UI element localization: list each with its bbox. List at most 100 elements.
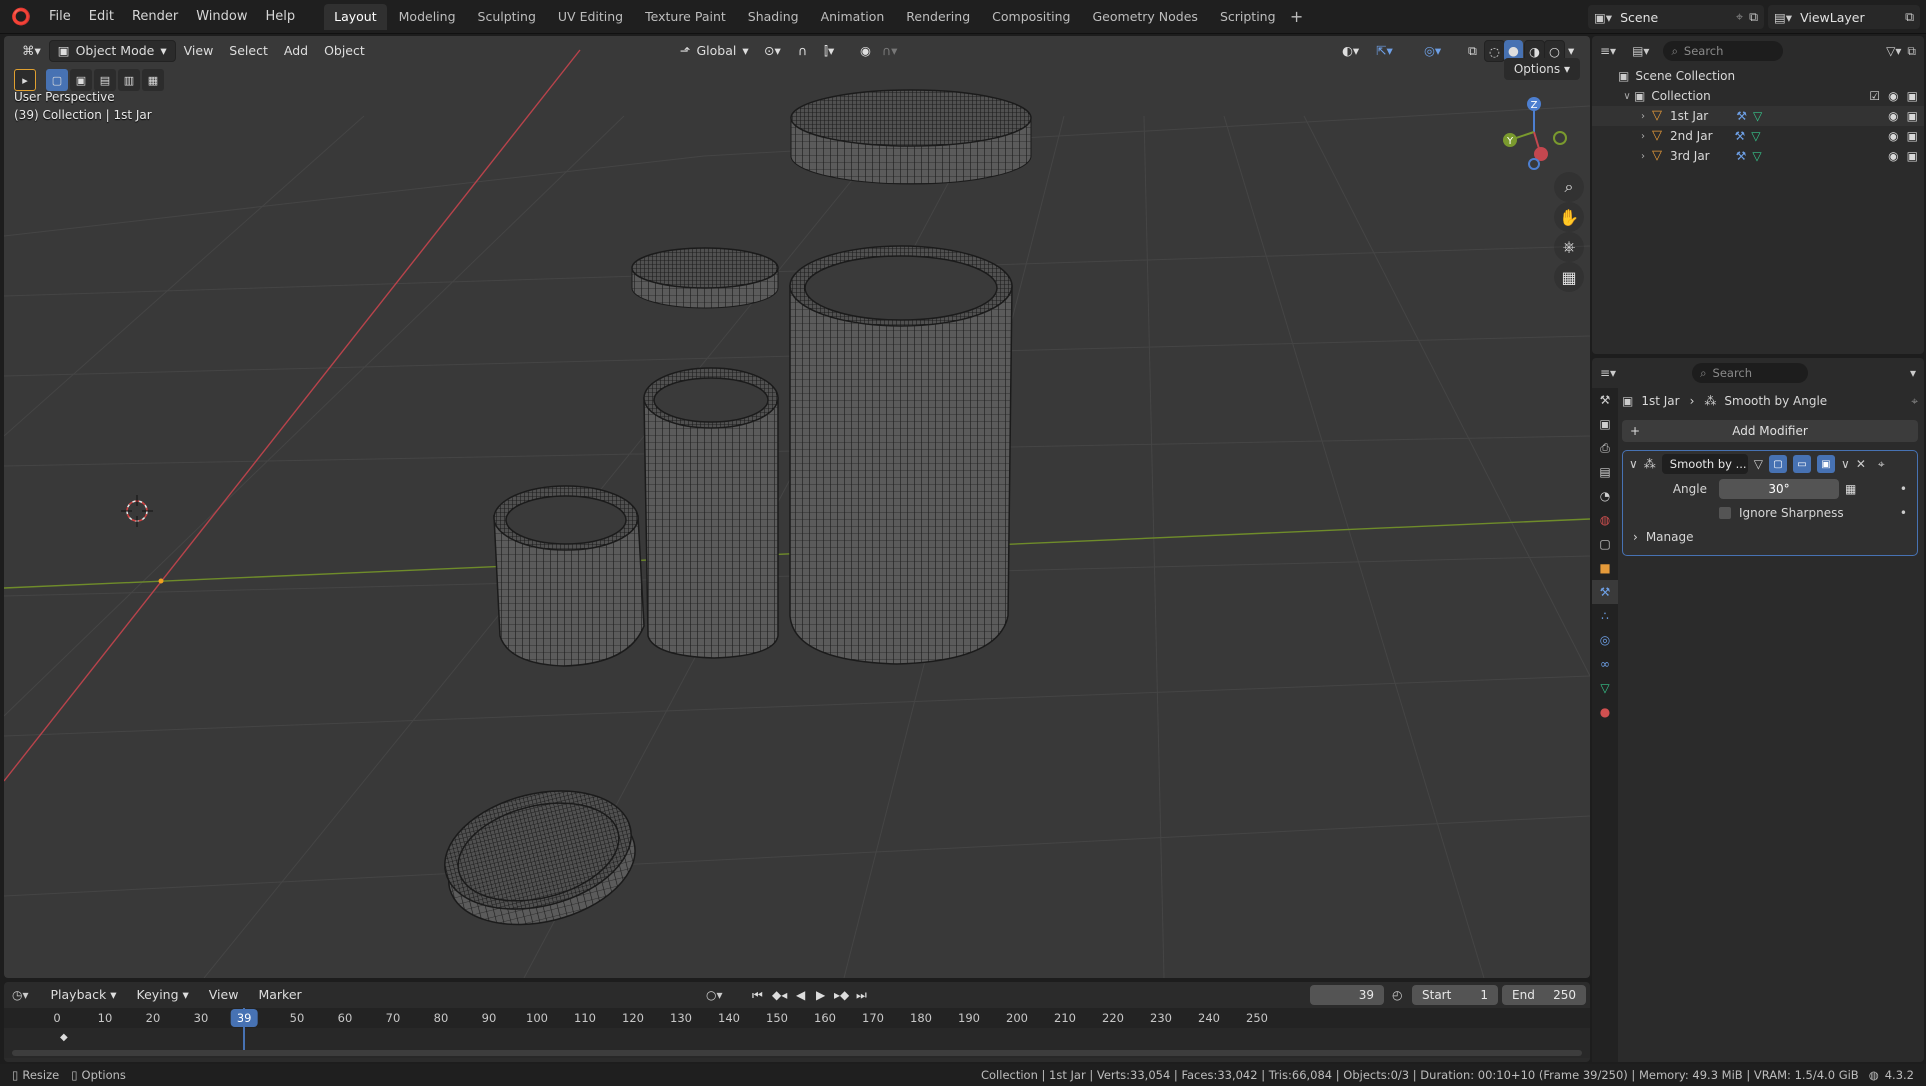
- eye-icon[interactable]: ◉: [1888, 149, 1898, 163]
- menu-render[interactable]: Render: [123, 4, 187, 30]
- jump-keyframe-forward-icon[interactable]: ▸◆: [834, 988, 849, 1002]
- chevron-down-icon[interactable]: ▾: [1910, 366, 1916, 380]
- camera-icon[interactable]: ▣: [1907, 149, 1918, 163]
- world-tab-icon[interactable]: ◍: [1592, 508, 1618, 532]
- render-tab-icon[interactable]: ▣: [1592, 412, 1618, 436]
- tab-modeling[interactable]: Modeling: [389, 4, 466, 30]
- checkbox-icon[interactable]: ☑: [1869, 89, 1880, 103]
- editor-type-button[interactable]: ⌘▾: [14, 40, 49, 62]
- camera-view-icon[interactable]: ⎈: [1554, 232, 1584, 262]
- jump-keyframe-back-icon[interactable]: ◆◂: [772, 988, 787, 1002]
- menu-help[interactable]: Help: [257, 4, 305, 30]
- stopwatch-icon[interactable]: ◴: [1392, 988, 1402, 1002]
- options-button[interactable]: Options ▾: [1503, 58, 1580, 80]
- properties-search-input[interactable]: ⌕ Search: [1692, 363, 1809, 383]
- outliner-collection[interactable]: ∨ ▣ Collection ☑ ◉ ▣: [1592, 86, 1924, 106]
- menu-marker[interactable]: Marker: [250, 984, 309, 1006]
- zoom-icon[interactable]: ⌕: [1554, 172, 1584, 202]
- eye-icon[interactable]: ◉: [1888, 89, 1898, 103]
- outliner-item-3rd-jar[interactable]: › ▽ 3rd Jar ⚒ ▽ ◉ ▣: [1592, 146, 1924, 166]
- new-scene-icon[interactable]: ⧉: [1749, 9, 1758, 25]
- display-mode-icon[interactable]: ▤▾: [1632, 44, 1649, 58]
- play-reverse-icon[interactable]: ◀: [796, 988, 805, 1002]
- tab-sculpting[interactable]: Sculpting: [468, 4, 546, 30]
- new-view-layer-icon[interactable]: ⧉: [1905, 9, 1914, 25]
- outliner-item-2nd-jar[interactable]: › ▽ 2nd Jar ⚒ ▽ ◉ ▣: [1592, 126, 1924, 146]
- menu-playback[interactable]: Playback ▾: [43, 984, 125, 1006]
- start-frame-field[interactable]: Start 1: [1412, 985, 1498, 1005]
- jump-start-icon[interactable]: ⏮: [752, 988, 763, 1003]
- ignore-sharpness-checkbox[interactable]: [1719, 507, 1731, 519]
- tab-layout[interactable]: Layout: [324, 3, 387, 30]
- tab-uv-editing[interactable]: UV Editing: [548, 4, 633, 30]
- constraints-tab-icon[interactable]: ∞: [1592, 652, 1618, 676]
- orientation-selector[interactable]: ⬏ Global ▾: [672, 40, 757, 62]
- menu-object[interactable]: Object: [316, 40, 373, 62]
- manage-subpanel[interactable]: › Manage: [1623, 525, 1917, 549]
- pin-icon[interactable]: ⌖: [1911, 394, 1918, 409]
- snap-icon[interactable]: ∩: [790, 40, 815, 62]
- menu-add[interactable]: Add: [276, 40, 316, 62]
- xray-icon[interactable]: ⧉: [1460, 40, 1485, 62]
- tab-shading[interactable]: Shading: [738, 4, 809, 30]
- physics-tab-icon[interactable]: ◎: [1592, 628, 1618, 652]
- tab-scripting[interactable]: Scripting: [1210, 4, 1286, 30]
- chevron-down-icon[interactable]: ∨: [1620, 91, 1634, 102]
- timeline-scrollbar[interactable]: [12, 1050, 1582, 1056]
- edit-mode-icon[interactable]: ▢: [1769, 455, 1788, 473]
- jump-end-icon[interactable]: ⏭: [856, 988, 867, 1003]
- properties-editor-icon[interactable]: ≡▾: [1600, 366, 1616, 380]
- data-tab-icon[interactable]: ▽: [1592, 676, 1618, 700]
- menu-edit[interactable]: Edit: [80, 4, 123, 30]
- on-cage-icon[interactable]: ▽: [1754, 457, 1763, 471]
- node-socket-icon[interactable]: ▦: [1845, 482, 1856, 496]
- tab-texture-paint[interactable]: Texture Paint: [635, 4, 736, 30]
- keyframe-icon[interactable]: ◆: [60, 1032, 68, 1043]
- pan-hand-icon[interactable]: ✋: [1554, 202, 1584, 232]
- render-display-icon[interactable]: ▣: [1817, 455, 1836, 473]
- snap-target-icon[interactable]: ⫿▾: [816, 40, 842, 62]
- current-frame-field[interactable]: 39: [1310, 985, 1384, 1005]
- play-icon[interactable]: ▶: [816, 988, 825, 1002]
- modifier-name-field[interactable]: Smooth by ...: [1661, 454, 1748, 474]
- camera-icon[interactable]: ▣: [1907, 89, 1918, 103]
- camera-icon[interactable]: ▣: [1907, 129, 1918, 143]
- navigation-gizmo[interactable]: Z Y: [1494, 92, 1574, 172]
- chevron-right-icon[interactable]: ›: [1636, 111, 1650, 122]
- outliner-editor-icon[interactable]: ≡▾: [1600, 44, 1616, 58]
- modifier-tab-icon[interactable]: ⚒: [1592, 580, 1618, 604]
- chevron-right-icon[interactable]: ›: [1636, 131, 1650, 142]
- tool-tab-icon[interactable]: ⚒: [1592, 388, 1618, 412]
- mode-selector[interactable]: ▣ Object Mode ▾: [48, 40, 176, 62]
- add-modifier-button[interactable]: + Add Modifier: [1622, 420, 1918, 442]
- chevron-down-icon[interactable]: ∨: [1629, 457, 1638, 471]
- visibility-icon[interactable]: ◐▾: [1334, 40, 1367, 62]
- falloff-icon[interactable]: ∩▾: [874, 40, 905, 62]
- output-tab-icon[interactable]: ⎙: [1592, 436, 1618, 460]
- shading-wireframe-icon[interactable]: ◌: [1484, 40, 1505, 62]
- view-layer-tab-icon[interactable]: ▤: [1592, 460, 1618, 484]
- overlays-icon[interactable]: ◎▾: [1416, 40, 1449, 62]
- timeline-editor-icon[interactable]: ◷▾: [12, 988, 29, 1002]
- timeline-ruler[interactable]: 39 0102030506070809010011012013014015016…: [4, 1008, 1590, 1028]
- keyframe-dot-icon[interactable]: •: [1900, 506, 1907, 520]
- timeline-track[interactable]: ◆: [4, 1008, 1590, 1058]
- outliner-scene-collection[interactable]: ▣ Scene Collection: [1592, 66, 1924, 86]
- gizmo-icon[interactable]: ⇱▾: [1368, 40, 1401, 62]
- outliner-search-input[interactable]: ⌕ Search: [1663, 41, 1784, 61]
- tab-compositing[interactable]: Compositing: [982, 4, 1080, 30]
- auto-keying-icon[interactable]: ○▾: [706, 988, 723, 1002]
- menu-file[interactable]: File: [40, 4, 80, 30]
- scene-tab-icon[interactable]: ◔: [1592, 484, 1618, 508]
- chevron-down-icon[interactable]: ∨: [1841, 457, 1850, 471]
- eye-icon[interactable]: ◉: [1888, 129, 1898, 143]
- chevron-right-icon[interactable]: ›: [1636, 151, 1650, 162]
- viewport-display-icon[interactable]: ▭: [1793, 455, 1812, 473]
- ortho-grid-icon[interactable]: ▦: [1554, 262, 1584, 292]
- keyframe-dot-icon[interactable]: •: [1900, 482, 1907, 496]
- menu-view[interactable]: View: [176, 40, 222, 62]
- tab-rendering[interactable]: Rendering: [896, 4, 980, 30]
- tab-geometry-nodes[interactable]: Geometry Nodes: [1083, 4, 1208, 30]
- object-tab-icon[interactable]: ■: [1592, 556, 1618, 580]
- pin-icon[interactable]: ⌖: [1736, 9, 1743, 25]
